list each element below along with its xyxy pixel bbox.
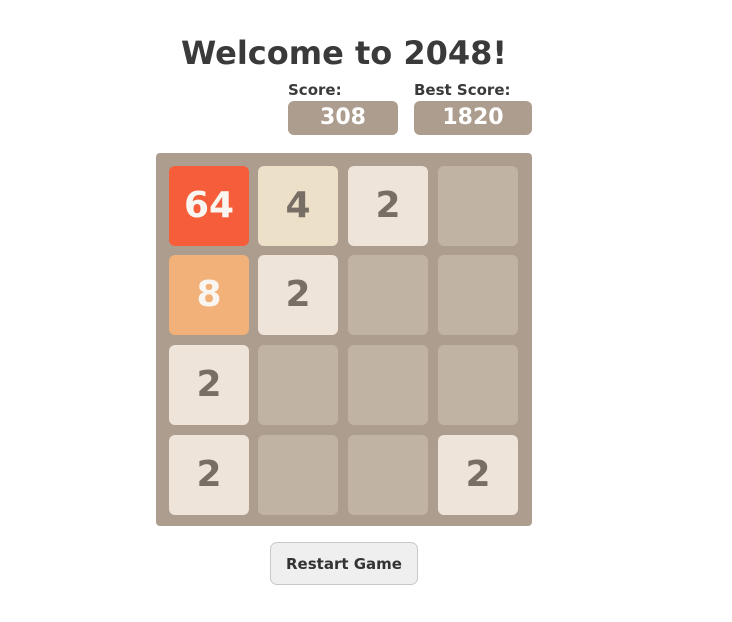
tile-2: 2 <box>169 435 249 515</box>
empty-cell <box>438 255 518 335</box>
empty-cell <box>438 345 518 425</box>
game-board[interactable]: 64 4 2 8 2 2 2 2 <box>156 153 532 526</box>
empty-cell <box>348 435 428 515</box>
tile-2: 2 <box>258 255 338 335</box>
tile-8: 8 <box>169 255 249 335</box>
tile-2: 2 <box>438 435 518 515</box>
empty-cell <box>258 435 338 515</box>
page-title: Welcome to 2048! <box>180 34 508 72</box>
score-label: Score: <box>288 81 342 99</box>
game-page: Welcome to 2048! Score: 308 Best Score: … <box>0 0 732 622</box>
best-score-panel: Best Score: 1820 <box>414 80 532 135</box>
best-score-label: Best Score: <box>414 81 511 99</box>
score-panel: Score: 308 <box>288 80 398 135</box>
tile-4: 4 <box>258 166 338 246</box>
tile-64: 64 <box>169 166 249 246</box>
tile-2: 2 <box>169 345 249 425</box>
empty-cell <box>348 255 428 335</box>
empty-cell <box>258 345 338 425</box>
empty-cell <box>438 166 518 246</box>
score-value: 308 <box>288 101 398 135</box>
tile-2: 2 <box>348 166 428 246</box>
empty-cell <box>348 345 428 425</box>
best-score-value: 1820 <box>414 101 532 135</box>
restart-game-button[interactable]: Restart Game <box>270 542 418 585</box>
